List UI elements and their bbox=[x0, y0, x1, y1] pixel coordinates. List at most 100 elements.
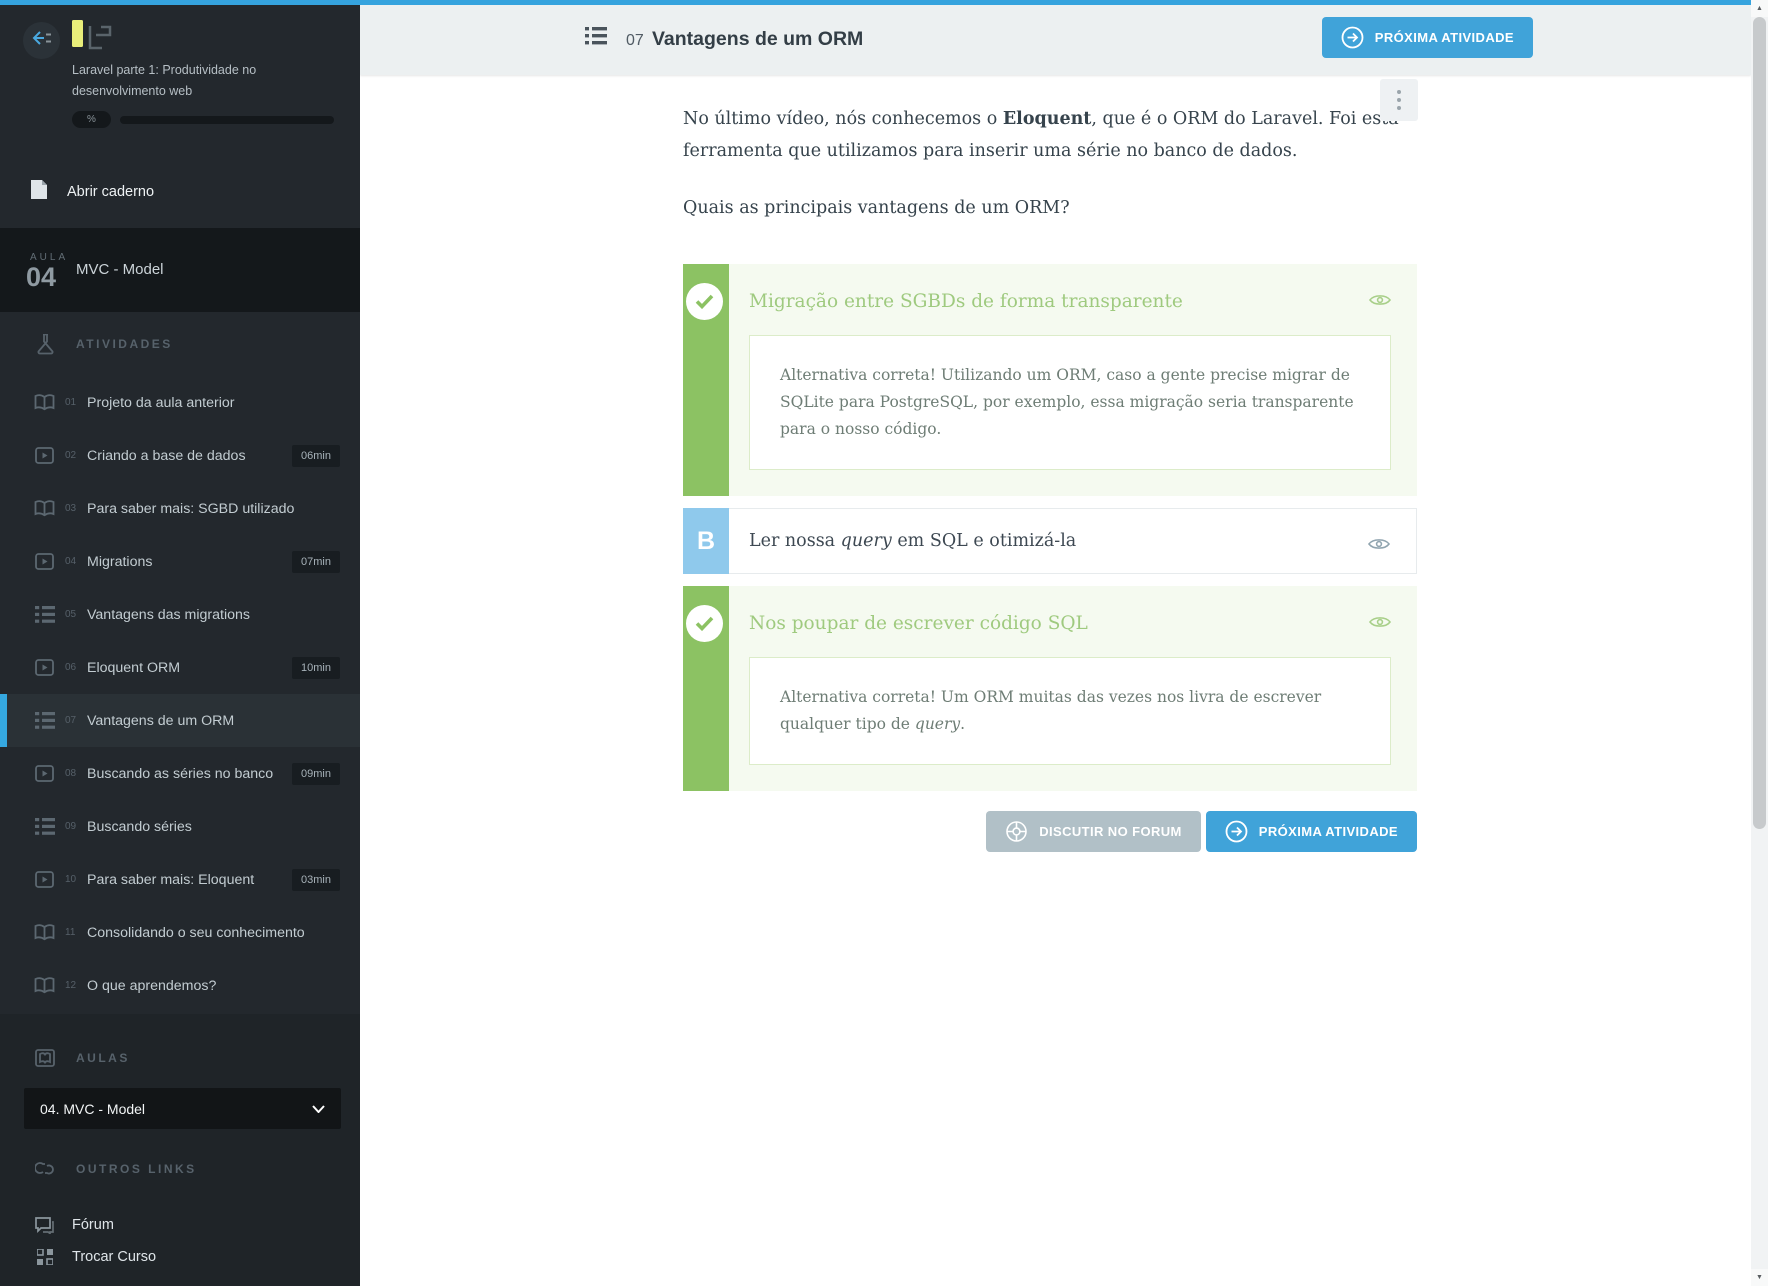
chat-icon bbox=[33, 1217, 56, 1234]
option-b-letter-bar: B bbox=[683, 508, 729, 574]
option-card-c[interactable]: Nos poupar de escrever código SQL Altern… bbox=[683, 586, 1417, 791]
activity-index: 02 bbox=[65, 450, 82, 461]
next-activity-label: PRÓXIMA ATIVIDADE bbox=[1375, 30, 1514, 45]
flask-icon bbox=[32, 334, 58, 355]
sidebar-item-07[interactable]: 07 Vantagens de um ORM bbox=[0, 694, 360, 747]
course-logo-icon bbox=[70, 18, 116, 61]
book-icon bbox=[33, 394, 56, 411]
duration-badge: 03min bbox=[292, 869, 340, 891]
list-icon bbox=[33, 606, 56, 623]
activity-index: 07 bbox=[65, 715, 82, 726]
list-icon bbox=[33, 818, 56, 835]
option-a-feedback: Alternativa correta! Utilizando um ORM, … bbox=[749, 335, 1391, 470]
sidebar-item-06[interactable]: 06 Eloquent ORM 10min bbox=[0, 641, 360, 694]
scroll-up-arrow-icon[interactable]: ▲ bbox=[1751, 0, 1768, 17]
discuss-forum-button[interactable]: DISCUTIR NO FORUM bbox=[986, 811, 1201, 852]
sidebar-item-03[interactable]: 03 Para saber mais: SGBD utilizado bbox=[0, 482, 360, 535]
sidebar-item-01[interactable]: 01 Projeto da aula anterior bbox=[0, 376, 360, 429]
activity-index: 08 bbox=[65, 768, 82, 779]
sidebar-item-11[interactable]: 11Consolidando o seu conhecimento bbox=[0, 906, 360, 959]
video-icon bbox=[33, 659, 56, 676]
activity-index: 10 bbox=[65, 874, 82, 885]
sidebar-item-08[interactable]: 08Buscando as séries no banco09min bbox=[0, 747, 360, 800]
more-options-button[interactable] bbox=[1380, 79, 1418, 121]
option-b-body: Ler nossa query em SQL e otimizá-la bbox=[729, 508, 1417, 574]
activity-type-list-icon bbox=[585, 26, 607, 51]
lesson-number: 04 bbox=[26, 262, 56, 293]
sidebar-item-09[interactable]: 09Buscando séries bbox=[0, 800, 360, 853]
grid-icon bbox=[33, 1249, 56, 1265]
activity-label: Buscando séries bbox=[87, 819, 192, 835]
scrollbar-thumb[interactable] bbox=[1753, 17, 1766, 829]
arrow-circle-icon bbox=[1341, 26, 1364, 49]
activity-number: 07 bbox=[626, 32, 644, 50]
activity-header: 07 Vantagens de um ORM PRÓXIMA ATIVIDADE bbox=[360, 5, 1751, 75]
notebook-icon bbox=[31, 180, 47, 204]
option-card-b[interactable]: B Ler nossa query em SQL e otimizá-la bbox=[683, 508, 1417, 574]
video-icon bbox=[33, 871, 56, 888]
check-circle-icon bbox=[686, 605, 723, 642]
eye-icon[interactable] bbox=[1368, 536, 1390, 555]
option-b-text: Ler nossa query em SQL e otimizá-la bbox=[749, 531, 1076, 551]
other-links-list: Fórum Trocar Curso bbox=[0, 1209, 360, 1273]
activity-index: 11 bbox=[65, 927, 82, 938]
next-activity-button-bottom[interactable]: PRÓXIMA ATIVIDADE bbox=[1206, 811, 1417, 852]
collapse-sidebar-button[interactable] bbox=[23, 22, 60, 59]
check-circle-icon bbox=[686, 283, 723, 320]
duration-badge: 09min bbox=[292, 763, 340, 785]
option-c-status-bar bbox=[683, 586, 729, 791]
other-links-section-label: OUTROS LINKS bbox=[76, 1162, 197, 1176]
option-c-body: Nos poupar de escrever código SQL Altern… bbox=[729, 586, 1417, 791]
video-icon bbox=[33, 447, 56, 464]
arrow-circle-icon bbox=[1225, 820, 1248, 843]
activity-index: 03 bbox=[65, 503, 82, 514]
scroll-down-arrow-icon[interactable]: ▼ bbox=[1751, 1269, 1768, 1286]
activity-index: 06 bbox=[65, 662, 82, 673]
top-accent-bar bbox=[0, 0, 1751, 5]
option-card-a[interactable]: Migração entre SGBDs de forma transparen… bbox=[683, 264, 1417, 496]
sidebar-item-02[interactable]: 02Criando a base de dados06min bbox=[0, 429, 360, 482]
activity-label: Vantagens de um ORM bbox=[87, 713, 234, 729]
eye-icon[interactable] bbox=[1369, 614, 1391, 633]
open-notebook-label: Abrir caderno bbox=[67, 184, 154, 200]
sidebar-item-10[interactable]: 10 Para saber mais: Eloquent 03min bbox=[0, 853, 360, 906]
sidebar-item-04[interactable]: 04Migrations07min bbox=[0, 535, 360, 588]
sidebar-link-trocar-curso[interactable]: Trocar Curso bbox=[0, 1241, 360, 1273]
sidebar-item-05[interactable]: 05Vantagens das migrations bbox=[0, 588, 360, 641]
option-a-status-bar bbox=[683, 264, 729, 496]
vertical-scrollbar[interactable]: ▲ ▼ bbox=[1751, 0, 1768, 1286]
next-activity-label: PRÓXIMA ATIVIDADE bbox=[1259, 824, 1398, 839]
link-label: Fórum bbox=[72, 1217, 114, 1233]
activities-list: 01 Projeto da aula anterior 02Criando a ba… bbox=[0, 376, 360, 1012]
activity-label: Para saber mais: Eloquent bbox=[87, 872, 254, 888]
eye-icon[interactable] bbox=[1369, 292, 1391, 311]
option-c-feedback: Alternativa correta! Um ORM muitas das v… bbox=[749, 657, 1391, 765]
list-icon bbox=[33, 712, 56, 729]
lessons-book-icon bbox=[32, 1049, 58, 1067]
activity-label: Projeto da aula anterior bbox=[87, 395, 235, 411]
activity-index: 01 bbox=[65, 397, 82, 408]
page-title: Vantagens de um ORM bbox=[652, 28, 863, 51]
duration-badge: 06min bbox=[292, 445, 340, 467]
forum-wheel-icon bbox=[1005, 820, 1028, 843]
sidebar-item-12[interactable]: 12O que aprendemos? bbox=[0, 959, 360, 1012]
lesson-select-dropdown[interactable]: 04. MVC - Model bbox=[24, 1088, 341, 1129]
sidebar-link-f-rum[interactable]: Fórum bbox=[0, 1209, 360, 1241]
activity-label: Eloquent ORM bbox=[87, 660, 180, 676]
activity-label: O que aprendemos? bbox=[87, 978, 216, 994]
other-links-section-header: OUTROS LINKS bbox=[0, 1147, 360, 1191]
activity-label: Para saber mais: SGBD utilizado bbox=[87, 501, 294, 517]
open-notebook-button[interactable]: Abrir caderno bbox=[0, 170, 360, 214]
aulas-section-label: AULAS bbox=[76, 1051, 130, 1065]
activity-label: Migrations bbox=[87, 554, 152, 570]
activity-label: Vantagens das migrations bbox=[87, 607, 250, 623]
progress-percent-badge: % bbox=[72, 111, 111, 128]
app-window: Laravel parte 1: Produtividade no desenv… bbox=[0, 0, 1768, 1286]
sidebar: Laravel parte 1: Produtividade no desenv… bbox=[0, 0, 360, 1286]
option-c-title: Nos poupar de escrever código SQL bbox=[749, 613, 1391, 634]
lesson-title: MVC - Model bbox=[76, 261, 164, 278]
next-activity-button-top[interactable]: PRÓXIMA ATIVIDADE bbox=[1322, 17, 1533, 58]
duration-badge: 10min bbox=[292, 657, 340, 679]
duration-badge: 07min bbox=[292, 551, 340, 573]
aulas-section-header: AULAS bbox=[0, 1036, 360, 1080]
